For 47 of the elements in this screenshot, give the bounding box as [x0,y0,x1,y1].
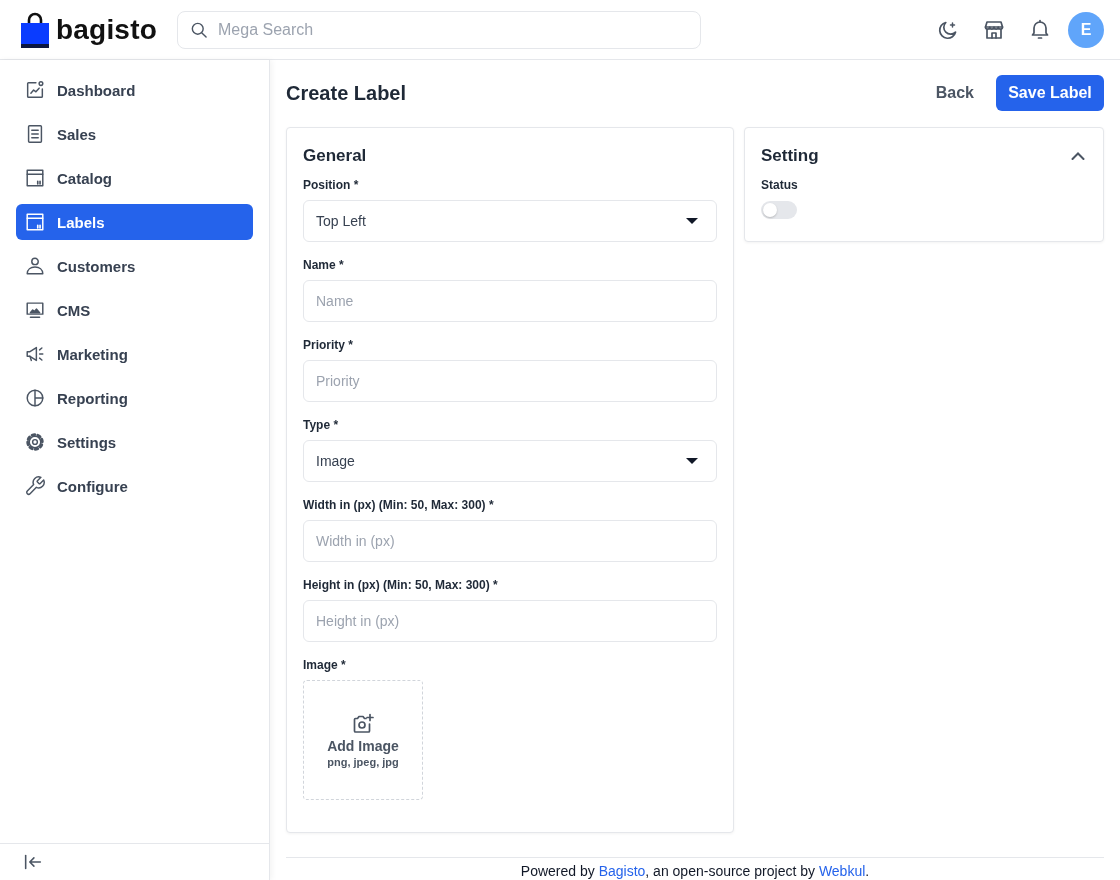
field-label: Position * [303,177,360,194]
sidebar-item[interactable]: Dashboard [16,72,253,108]
field-label: Image * [303,657,347,674]
sidebar-item[interactable]: Catalog [16,160,253,196]
input-field[interactable]: Name [303,280,717,322]
chart-icon [24,79,46,101]
caret-down-icon [686,218,698,224]
status-toggle[interactable] [761,201,797,219]
settings-icon [24,431,46,453]
chevron-up-icon[interactable] [1071,152,1085,160]
person-icon [24,255,46,277]
pie-chart-icon [24,387,46,409]
field-label: Priority * [303,337,354,354]
monitor-icon [24,299,46,321]
search-field[interactable]: Mega Search [177,10,701,49]
field-label: Height in (px) (Min: 50, Max: 300) * [303,577,499,594]
caret-down-icon [686,458,698,464]
field-label: Type * [303,417,340,434]
field-label: Width in (px) (Min: 50, Max: 300) * [303,497,495,514]
layout-icon [24,167,46,189]
card-title: Setting [761,145,819,167]
image-upload-button[interactable]: Add Image png, jpeg, jpg [303,680,423,800]
sidebar-item[interactable]: CMS [16,292,253,328]
select-field[interactable]: Image [303,440,717,482]
field-label: Status [761,177,799,194]
layout-icon [24,211,46,233]
field-label: Name * [303,257,345,274]
camera-plus-icon [351,711,375,736]
page-title: Create Label [286,81,407,105]
footer-text: Powered by Bagisto, an open-source project by Webkul. [520,863,870,880]
logo-text: bagisto [56,13,157,46]
card-title: General [303,145,368,167]
save-label-button[interactable]: Save Label [996,75,1104,111]
sidebar-item[interactable]: Customers [16,248,253,284]
input-field[interactable]: Width in (px) [303,520,717,562]
sidebar-item[interactable]: Configure [16,468,253,504]
input-field[interactable]: Height in (px) [303,600,717,642]
sidebar-item[interactable]: Sales [16,116,253,152]
sidebar-item[interactable]: Reporting [16,380,253,416]
shopping-bag-logo-icon [20,11,50,48]
back-button[interactable]: Back [925,78,984,108]
sidebar-item[interactable]: Marketing [16,336,253,372]
select-field[interactable]: Top Left [303,200,717,242]
sidebar-item[interactable]: Settings [16,424,253,460]
sidebar-item[interactable]: Labels [16,204,253,240]
wrench-icon [24,475,46,497]
input-field[interactable]: Priority [303,360,717,402]
